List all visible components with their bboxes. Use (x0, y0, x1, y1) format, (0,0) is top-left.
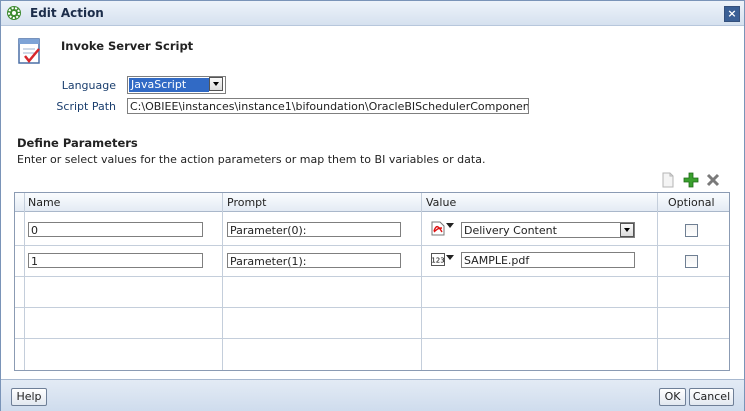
delete-icon[interactable] (705, 172, 721, 188)
language-select[interactable]: JavaScript (127, 76, 226, 94)
gear-icon (7, 6, 21, 20)
close-icon: × (727, 7, 737, 20)
language-label: Language (61, 79, 116, 92)
row-divider (15, 276, 729, 277)
chevron-down-icon[interactable] (446, 255, 454, 260)
close-button[interactable]: × (724, 6, 740, 22)
cancel-button[interactable]: Cancel (689, 388, 734, 406)
param-name-input[interactable]: 0 (28, 222, 203, 237)
dialog-title: Edit Action (30, 6, 104, 20)
chevron-down-icon[interactable] (209, 77, 223, 91)
column-divider (657, 193, 658, 370)
script-path-input[interactable]: C:\OBIEE\instances\instance1\bifoundatio… (127, 98, 529, 114)
param-value-input[interactable]: SAMPLE.pdf (461, 252, 635, 268)
column-divider (24, 193, 25, 370)
column-header-optional[interactable]: Optional (668, 196, 715, 209)
script-document-icon (18, 38, 40, 64)
title-bar[interactable]: Edit Action × (1, 1, 744, 26)
param-prompt-input[interactable]: Parameter(1): (227, 253, 401, 268)
optional-checkbox[interactable] (685, 255, 698, 268)
ok-button[interactable]: OK (659, 388, 686, 406)
parameters-table: Name Prompt Value Optional 0 Parameter(0… (14, 192, 730, 371)
table-header: Name Prompt Value Optional (15, 193, 729, 212)
row-divider (15, 307, 729, 308)
svg-text:123: 123 (431, 257, 444, 265)
script-path-label: Script Path (56, 100, 116, 113)
row-divider (15, 245, 729, 246)
column-header-prompt[interactable]: Prompt (227, 196, 266, 209)
chevron-down-icon[interactable] (446, 223, 454, 228)
row-divider (15, 338, 729, 339)
edit-action-dialog: Edit Action × Invoke Server Script Langu… (0, 0, 745, 411)
value-123-icon[interactable]: 123 (431, 253, 445, 266)
dialog-footer: Help OK Cancel (1, 379, 744, 411)
param-value-select[interactable]: Delivery Content (461, 222, 635, 238)
help-button[interactable]: Help (11, 388, 47, 406)
param-name-input[interactable]: 1 (28, 253, 203, 268)
action-title: Invoke Server Script (61, 39, 194, 53)
pdf-icon[interactable] (431, 221, 445, 236)
param-value-text: Delivery Content (464, 224, 557, 237)
section-title: Define Parameters (17, 136, 138, 150)
language-value: JavaScript (129, 78, 209, 92)
column-divider (421, 193, 422, 370)
add-icon[interactable] (683, 172, 699, 188)
optional-checkbox[interactable] (685, 224, 698, 237)
column-header-value[interactable]: Value (426, 196, 456, 209)
column-header-name[interactable]: Name (28, 196, 60, 209)
section-description: Enter or select values for the action pa… (17, 153, 486, 166)
param-prompt-input[interactable]: Parameter(0): (227, 222, 401, 237)
chevron-down-icon[interactable] (620, 223, 634, 237)
column-divider (222, 193, 223, 370)
new-document-icon[interactable] (660, 172, 676, 188)
